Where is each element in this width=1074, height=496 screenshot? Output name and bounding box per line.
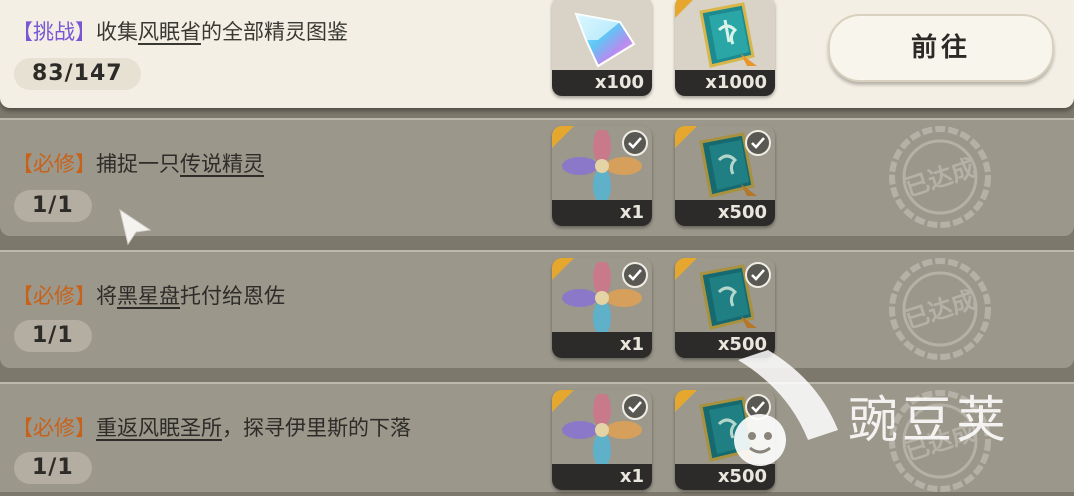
- svg-text:已达成: 已达成: [902, 286, 979, 335]
- claimed-check-icon: [745, 262, 771, 288]
- reward-slot[interactable]: x500: [675, 126, 775, 226]
- claimed-check-icon: [622, 130, 648, 156]
- reward-slot[interactable]: x1: [552, 126, 652, 226]
- task-tag: 【必修】: [12, 416, 96, 440]
- reward-slot[interactable]: x100: [552, 0, 652, 96]
- watermark-text: 豌豆荚: [848, 391, 1010, 449]
- reward-slot[interactable]: x1000: [675, 0, 775, 96]
- task-tag: 【必修】: [12, 284, 96, 308]
- task-title: 【必修】重返风眠圣所，探寻伊里斯的下落: [12, 416, 411, 440]
- reward-slot[interactable]: x1: [552, 258, 652, 358]
- task-progress: 1/1: [14, 320, 92, 352]
- claimed-check-icon: [745, 130, 771, 156]
- task-tag: 【挑战】: [12, 20, 96, 44]
- reward-slot[interactable]: x1: [552, 390, 652, 490]
- go-button[interactable]: 前往: [828, 14, 1054, 82]
- mouse-cursor-icon: [119, 208, 152, 246]
- task-tag: 【必修】: [12, 152, 96, 176]
- reward-quantity: x1000: [675, 70, 775, 96]
- skill-book-icon: [699, 2, 757, 68]
- task-link[interactable]: 传说精灵: [180, 152, 264, 176]
- task-progress: 1/1: [14, 452, 92, 484]
- reward-quantity: x1: [552, 200, 652, 226]
- crystal-icon: [574, 12, 636, 68]
- task-link[interactable]: 黑星盘: [117, 284, 180, 308]
- task-row-challenge: 【挑战】收集风眠省的全部精灵图鉴 83/147 x100 x1000 前往: [0, 0, 1074, 108]
- reward-slot[interactable]: x500: [675, 258, 775, 358]
- task-progress: 1/1: [14, 190, 92, 222]
- task-progress: 83/147: [14, 58, 141, 90]
- task-link[interactable]: 重返风眠圣所: [96, 416, 222, 440]
- task-link[interactable]: 风眠省: [138, 20, 201, 44]
- completed-stamp: 已达成: [889, 126, 991, 228]
- task-title: 【挑战】收集风眠省的全部精灵图鉴: [12, 20, 348, 44]
- task-title: 【必修】捕捉一只传说精灵: [12, 152, 264, 176]
- reward-quantity: x1: [552, 464, 652, 490]
- reward-quantity: x1: [552, 332, 652, 358]
- reward-quantity: x100: [552, 70, 652, 96]
- claimed-check-icon: [622, 394, 648, 420]
- task-title: 【必修】将黑星盘托付给恩佐: [12, 284, 285, 308]
- svg-text:已达成: 已达成: [902, 154, 979, 203]
- claimed-check-icon: [622, 262, 648, 288]
- completed-stamp: 已达成: [889, 258, 991, 360]
- reward-quantity: x500: [675, 200, 775, 226]
- task-row-required: 【必修】捕捉一只传说精灵 1/1 x1 x500 已达成: [0, 118, 1074, 236]
